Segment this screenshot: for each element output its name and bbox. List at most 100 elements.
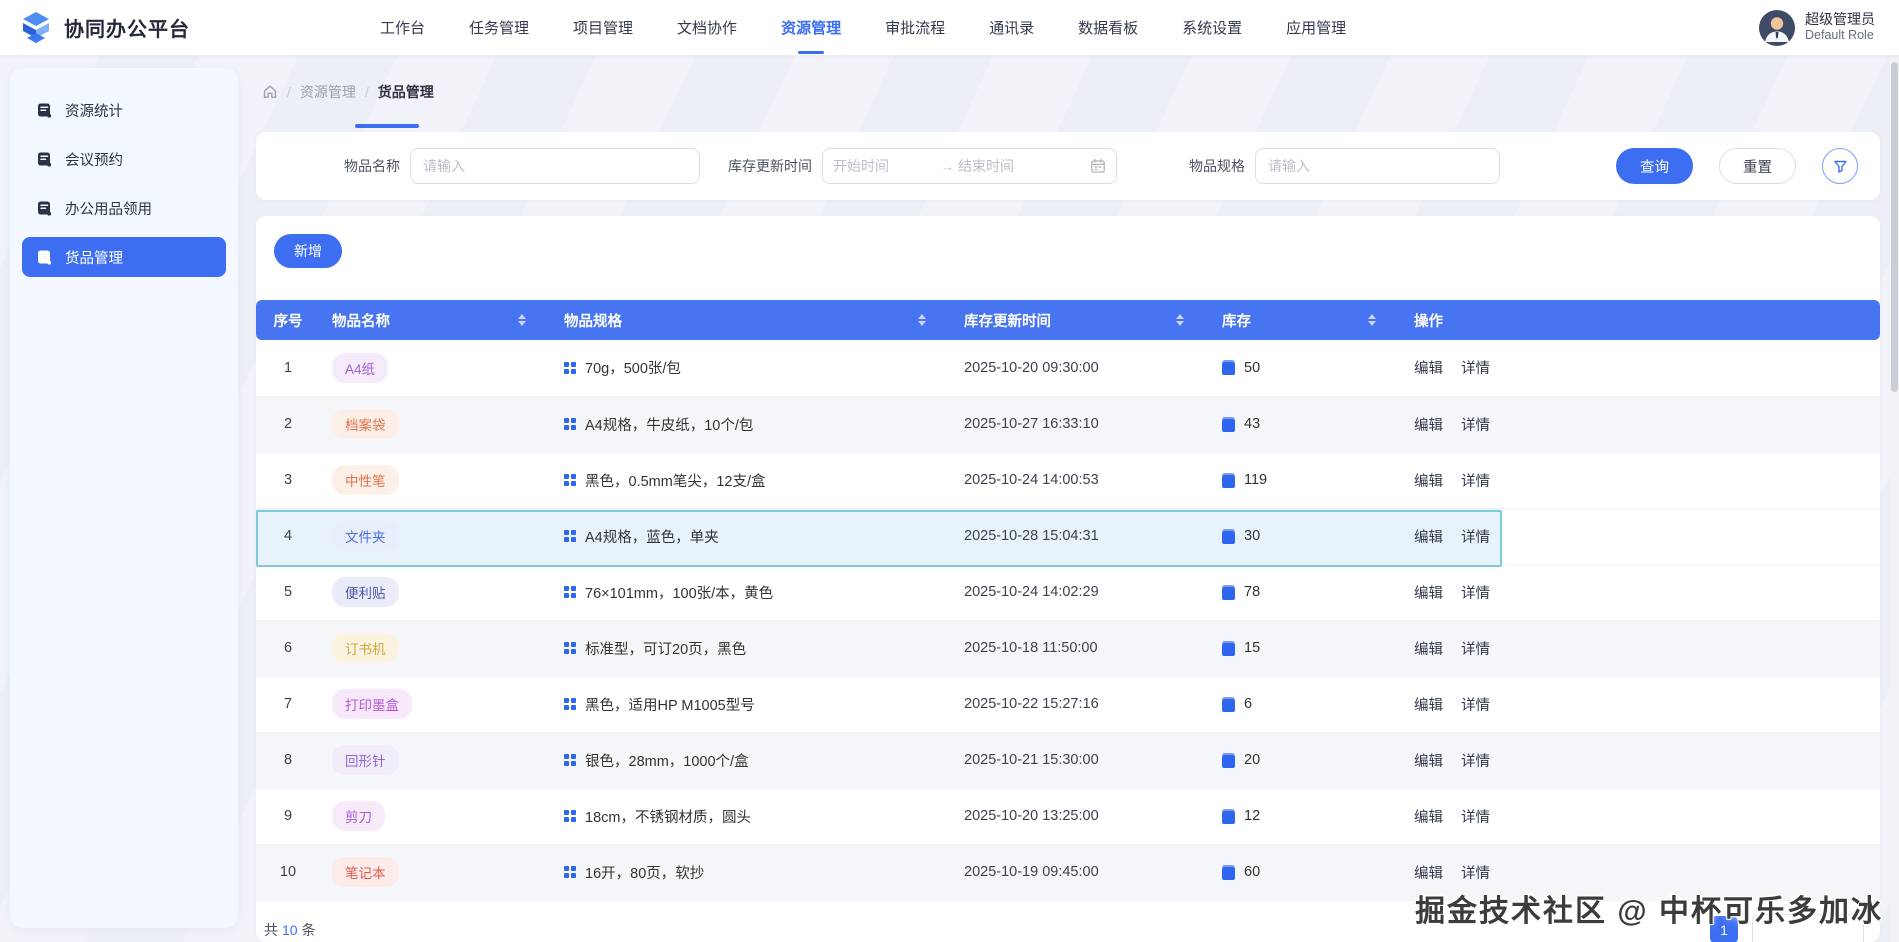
cell-stock: 60 xyxy=(1210,844,1402,900)
cell-update-time: 2025-10-24 14:00:53 xyxy=(952,452,1210,508)
table-row[interactable]: 10笔记本16开，80页，软抄2025-10-19 09:45:0060编辑详情 xyxy=(256,844,1880,900)
active-tab-indicator xyxy=(355,124,419,128)
cell-actions: 编辑详情 xyxy=(1402,788,1880,844)
cell-stock: 6 xyxy=(1210,676,1402,732)
sort-icon[interactable] xyxy=(1368,314,1376,326)
cell-spec: 18cm，不锈钢材质，圆头 xyxy=(552,788,952,844)
edit-link[interactable]: 编辑 xyxy=(1414,526,1443,547)
table-row[interactable]: 6订书机标准型，可订20页，黑色2025-10-18 11:50:0015编辑详… xyxy=(256,620,1880,676)
home-icon[interactable] xyxy=(262,84,278,100)
spec-grid-icon xyxy=(564,586,576,598)
sort-icon[interactable] xyxy=(1176,314,1184,326)
breadcrumb-link-resource[interactable]: 资源管理 xyxy=(300,82,356,102)
name-filter-input[interactable] xyxy=(410,148,700,184)
cell-update-time: 2025-10-20 09:30:00 xyxy=(952,340,1210,396)
journal-icon xyxy=(36,249,53,266)
table-row[interactable]: 8回形针银色，28mm，1000个/盒2025-10-21 15:30:0020… xyxy=(256,732,1880,788)
page-size-select[interactable] xyxy=(1752,914,1864,942)
edit-link[interactable]: 编辑 xyxy=(1414,582,1443,603)
detail-link[interactable]: 详情 xyxy=(1461,526,1490,547)
detail-link[interactable]: 详情 xyxy=(1461,750,1490,771)
journal-icon xyxy=(36,102,53,119)
date-range-picker[interactable]: → xyxy=(822,148,1117,184)
sidebar-item-3[interactable]: 货品管理 xyxy=(22,237,226,277)
cell-actions: 编辑详情 xyxy=(1402,508,1880,564)
end-time-input[interactable] xyxy=(958,158,1062,174)
edit-link[interactable]: 编辑 xyxy=(1414,862,1443,883)
total-count: 10 xyxy=(282,922,298,938)
table-row[interactable]: 7打印墨盒黑色，适用HP M1005型号2025-10-22 15:27:166… xyxy=(256,676,1880,732)
table-row[interactable]: 5便利贴76×101mm，100张/本，黄色2025-10-24 14:02:2… xyxy=(256,564,1880,620)
spec-text: A4规格，蓝色，单夹 xyxy=(585,526,719,547)
nav-item-9[interactable]: 应用管理 xyxy=(1284,11,1348,44)
detail-link[interactable]: 详情 xyxy=(1461,806,1490,827)
cell-update-time: 2025-10-24 14:02:29 xyxy=(952,564,1210,620)
nav-item-8[interactable]: 系统设置 xyxy=(1180,11,1244,44)
nav-item-2[interactable]: 项目管理 xyxy=(571,11,635,44)
nav-item-4[interactable]: 资源管理 xyxy=(779,11,843,44)
table-row[interactable]: 4文件夹A4规格，蓝色，单夹2025-10-28 15:04:3130编辑详情 xyxy=(256,508,1880,564)
detail-link[interactable]: 详情 xyxy=(1461,638,1490,659)
edit-link[interactable]: 编辑 xyxy=(1414,414,1443,435)
nav-item-1[interactable]: 任务管理 xyxy=(467,11,531,44)
calendar-icon[interactable] xyxy=(1090,158,1106,174)
search-button[interactable]: 查询 xyxy=(1616,148,1693,184)
cell-spec: A4规格，蓝色，单夹 xyxy=(552,508,952,564)
page-body: 资源统计 会议预约 办公用品领用 货品管理 / 资源管理 / 货品管理 物品名称 xyxy=(0,56,1899,942)
nav-item-7[interactable]: 数据看板 xyxy=(1076,11,1140,44)
detail-link[interactable]: 详情 xyxy=(1461,414,1490,435)
range-arrow-icon: → xyxy=(941,159,954,174)
item-name-tag: 笔记本 xyxy=(332,857,399,887)
nav-item-3[interactable]: 文档协作 xyxy=(675,11,739,44)
sidebar-item-2[interactable]: 办公用品领用 xyxy=(22,188,226,228)
table-row[interactable]: 9剪刀18cm，不锈钢材质，圆头2025-10-20 13:25:0012编辑详… xyxy=(256,788,1880,844)
table-row[interactable]: 1A4纸70g，500张/包2025-10-20 09:30:0050编辑详情 xyxy=(256,340,1880,396)
cell-index: 7 xyxy=(256,676,320,732)
sort-icon[interactable] xyxy=(518,314,526,326)
column-label: 操作 xyxy=(1414,314,1443,330)
edit-link[interactable]: 编辑 xyxy=(1414,694,1443,715)
cell-spec: 黑色，0.5mm笔尖，12支/盒 xyxy=(552,452,952,508)
nav-item-5[interactable]: 审批流程 xyxy=(883,11,947,44)
edit-link[interactable]: 编辑 xyxy=(1414,357,1443,378)
spec-filter-input[interactable] xyxy=(1255,148,1500,184)
detail-link[interactable]: 详情 xyxy=(1461,862,1490,883)
sidebar-item-label: 会议预约 xyxy=(65,149,123,170)
user-menu[interactable]: 超级管理员 Default Role xyxy=(1759,10,1875,46)
brand: 协同办公平台 xyxy=(18,11,248,45)
table-row[interactable]: 3中性笔黑色，0.5mm笔尖，12支/盒2025-10-24 14:00:531… xyxy=(256,452,1880,508)
spec-text: 黑色，0.5mm笔尖，12支/盒 xyxy=(585,470,765,491)
filter-funnel-button[interactable] xyxy=(1822,148,1858,184)
column-header-5: 操作 xyxy=(1402,300,1880,340)
sidebar-item-0[interactable]: 资源统计 xyxy=(22,90,226,130)
scrollbar-thumb[interactable] xyxy=(1891,62,1898,392)
sidebar-item-1[interactable]: 会议预约 xyxy=(22,139,226,179)
edit-link[interactable]: 编辑 xyxy=(1414,750,1443,771)
nav-item-0[interactable]: 工作台 xyxy=(378,11,427,44)
page-1-button[interactable]: 1 xyxy=(1710,916,1738,942)
top-navbar: 协同办公平台 工作台 任务管理 项目管理 文档协作 资源管理 审批流程 通讯录 数据看板 系统设… xyxy=(0,0,1899,56)
cell-actions: 编辑详情 xyxy=(1402,620,1880,676)
cell-spec: 16开，80页，软抄 xyxy=(552,844,952,900)
stock-box-icon xyxy=(1222,641,1235,656)
edit-link[interactable]: 编辑 xyxy=(1414,638,1443,659)
spec-text: 银色，28mm，1000个/盒 xyxy=(585,750,749,771)
spec-grid-icon xyxy=(564,642,576,654)
edit-link[interactable]: 编辑 xyxy=(1414,470,1443,491)
spec-grid-icon xyxy=(564,866,576,878)
sort-icon[interactable] xyxy=(918,314,926,326)
add-button[interactable]: 新增 xyxy=(274,234,342,268)
stock-box-icon xyxy=(1222,360,1235,375)
detail-link[interactable]: 详情 xyxy=(1461,582,1490,603)
reset-button[interactable]: 重置 xyxy=(1719,148,1796,184)
edit-link[interactable]: 编辑 xyxy=(1414,806,1443,827)
stock-value: 30 xyxy=(1244,528,1260,544)
detail-link[interactable]: 详情 xyxy=(1461,357,1490,378)
start-time-input[interactable] xyxy=(833,158,937,174)
nav-item-6[interactable]: 通讯录 xyxy=(987,11,1036,44)
detail-link[interactable]: 详情 xyxy=(1461,694,1490,715)
cell-stock: 12 xyxy=(1210,788,1402,844)
detail-link[interactable]: 详情 xyxy=(1461,470,1490,491)
cell-stock: 50 xyxy=(1210,340,1402,396)
table-row[interactable]: 2档案袋A4规格，牛皮纸，10个/包2025-10-27 16:33:1043编… xyxy=(256,396,1880,452)
